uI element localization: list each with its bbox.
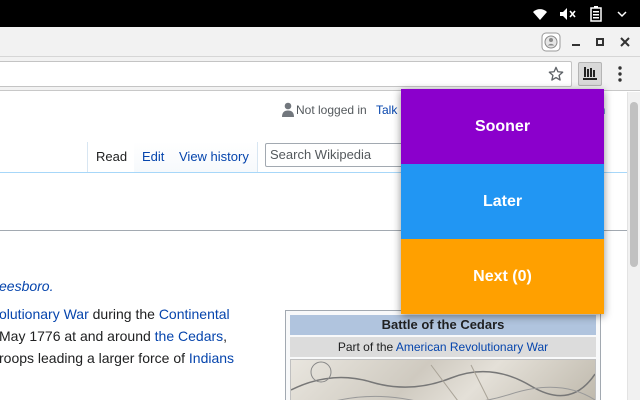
battery-icon[interactable] (587, 5, 605, 22)
close-icon[interactable] (614, 31, 636, 53)
tab-view-history[interactable]: View history (171, 142, 258, 172)
minimize-icon[interactable] (565, 31, 587, 53)
tab-edit[interactable]: Edit (134, 142, 174, 172)
paragraph-text: roops leading a larger force of (0, 350, 189, 366)
later-button[interactable]: Later (401, 164, 604, 239)
hatnote-link[interactable]: eesboro. (0, 278, 53, 294)
next-button[interactable]: Next (0) (401, 239, 604, 314)
not-logged-in-text: Not logged in (296, 103, 367, 117)
paragraph-text: during the (88, 306, 159, 322)
system-top-bar (0, 0, 640, 27)
queue-icon[interactable] (578, 62, 602, 86)
indians-link[interactable]: Indians (189, 350, 234, 366)
address-bar[interactable] (0, 61, 572, 87)
maximize-icon[interactable] (589, 31, 611, 53)
sooner-button[interactable]: Sooner (401, 89, 604, 164)
search-input[interactable]: Search Wikipedia (265, 143, 415, 167)
wifi-icon[interactable] (531, 5, 549, 22)
power-menu-icon[interactable] (613, 5, 631, 22)
revolutionary-war-link[interactable]: olutionary War (0, 306, 89, 322)
paragraph-line-3: roops leading a larger force of Indians (0, 348, 234, 368)
paragraph-line-2: May 1776 at and around the Cedars, (0, 326, 227, 346)
paragraph-text: , (223, 328, 228, 344)
extension-popup: Sooner Later Next (0) (401, 89, 604, 314)
vertical-dots-icon[interactable] (613, 64, 627, 84)
paragraph-line-1: olutionary War during the Continental (0, 304, 230, 324)
user-icon (282, 102, 294, 120)
battle-map-image[interactable] (290, 359, 596, 400)
star-icon[interactable] (547, 65, 565, 83)
hatnote-text: eesboro. (0, 276, 53, 296)
american-revolutionary-war-link[interactable]: American Revolutionary War (396, 340, 548, 354)
volume-muted-icon[interactable] (559, 5, 577, 22)
infobox-subtitle-prefix: Part of the (337, 340, 396, 354)
continental-link[interactable]: Continental (159, 306, 230, 322)
browser-title-bar (0, 27, 640, 57)
scrollbar-thumb[interactable] (630, 102, 638, 267)
browser-toolbar (0, 57, 640, 91)
the-cedars-link[interactable]: the Cedars (155, 328, 223, 344)
paragraph-text: May 1776 at and around (0, 328, 155, 344)
infobox-title: Battle of the Cedars (290, 315, 596, 335)
talk-link[interactable]: Talk (376, 102, 397, 118)
page-scrollbar[interactable] (627, 92, 640, 400)
profile-avatar-icon[interactable] (540, 31, 562, 53)
tab-read[interactable]: Read (87, 142, 137, 172)
infobox: Battle of the Cedars Part of the America… (285, 310, 601, 400)
infobox-subtitle: Part of the American Revolutionary War (290, 337, 596, 357)
